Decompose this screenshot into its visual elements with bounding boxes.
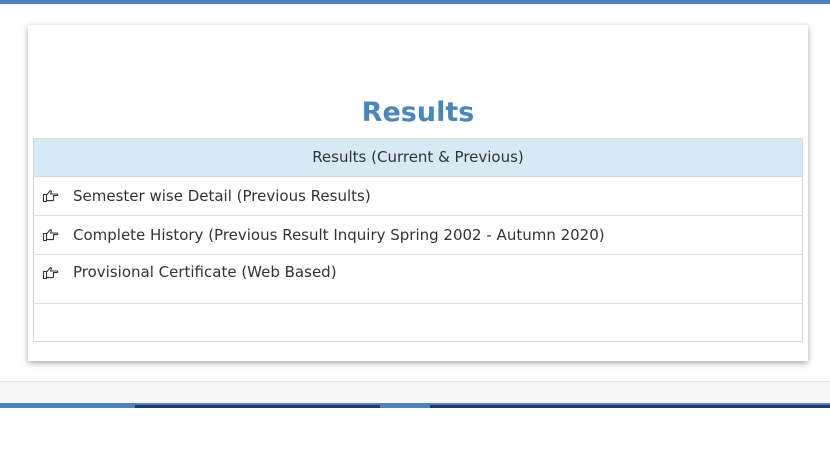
page-title: Results — [361, 97, 475, 128]
table-header: Results (Current & Previous) — [34, 139, 802, 177]
complete-history-link[interactable]: Complete History (Previous Result Inquir… — [34, 216, 802, 255]
top-accent-bar — [0, 0, 830, 4]
bottom-stripe-segment — [135, 405, 380, 408]
results-table: Results (Current & Previous) Semester wi… — [33, 138, 803, 342]
row-label: Complete History (Previous Result Inquir… — [73, 226, 605, 244]
hand-point-right-icon — [42, 229, 59, 242]
hand-point-right-icon — [42, 190, 59, 203]
empty-row — [34, 304, 802, 341]
row-label: Provisional Certificate (Web Based) — [73, 263, 337, 281]
hand-point-right-icon — [42, 267, 59, 280]
semester-wise-detail-link[interactable]: Semester wise Detail (Previous Results) — [34, 177, 802, 216]
results-card: Results Results (Current & Previous) Sem… — [28, 25, 808, 361]
provisional-certificate-link[interactable]: Provisional Certificate (Web Based) — [34, 255, 802, 304]
row-label: Semester wise Detail (Previous Results) — [73, 187, 371, 205]
footer-bar — [0, 381, 830, 404]
bottom-stripe-segment — [430, 405, 830, 408]
